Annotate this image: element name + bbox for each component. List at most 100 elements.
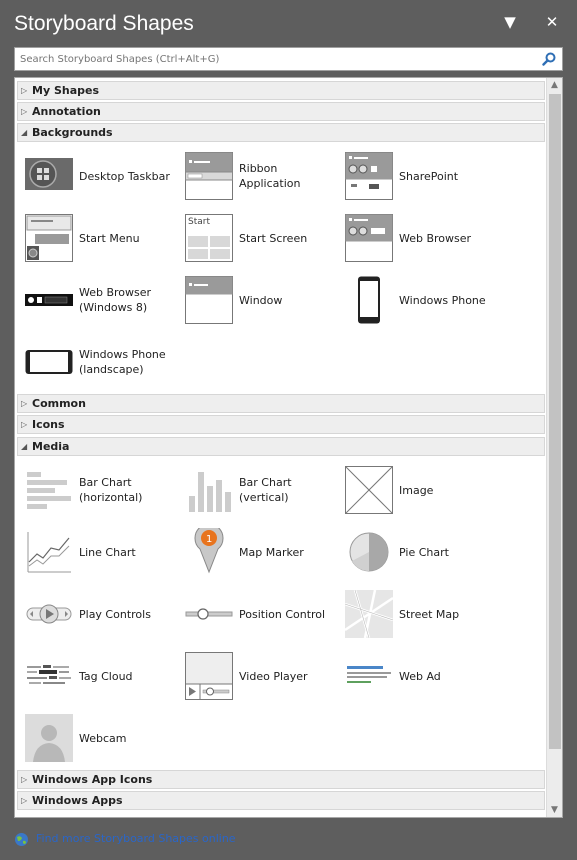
search-icon[interactable] — [542, 52, 556, 66]
triangle-down-icon[interactable]: ▼ — [500, 12, 520, 32]
shape-label: Ribbon Application — [239, 162, 301, 190]
section-label: Media — [32, 440, 70, 453]
shape-line-chart[interactable]: Line Chart — [15, 528, 175, 578]
section-media[interactable]: ◢ Media — [17, 437, 545, 456]
search-box[interactable] — [14, 47, 563, 71]
shape-bar-chart-vertical[interactable]: Bar Chart (vertical) — [175, 466, 335, 516]
shapes-panel: ▷ My Shapes ▷ Annotation ◢ Backgrounds D… — [14, 77, 563, 818]
section-my-shapes[interactable]: ▷ My Shapes — [17, 81, 545, 100]
shape-web-browser[interactable]: Web Browser — [335, 214, 495, 264]
expand-arrow-icon: ▷ — [21, 86, 28, 95]
shape-play-controls[interactable]: Play Controls — [15, 590, 175, 640]
section-label: My Shapes — [32, 84, 100, 97]
window-icon — [185, 276, 233, 324]
expand-arrow-icon: ▷ — [21, 107, 28, 116]
shape-pie-chart[interactable]: Pie Chart — [335, 528, 495, 578]
globe-icon — [15, 833, 28, 846]
shape-label: Line Chart — [79, 545, 136, 559]
shape-label: Web Browser (Windows 8) — [79, 286, 152, 314]
expand-arrow-icon: ▷ — [21, 399, 28, 408]
shape-windows-phone-landscape[interactable]: Windows Phone (landscape) — [15, 338, 175, 388]
shape-sharepoint[interactable]: SharePoint — [335, 152, 495, 202]
scroll-down-icon[interactable]: ▼ — [547, 803, 562, 817]
shape-label: Bar Chart (horizontal) — [79, 476, 143, 504]
window-title: Storyboard Shapes — [14, 12, 194, 35]
shape-label: Start Screen — [239, 231, 308, 245]
map-marker-icon: 1 — [194, 528, 224, 574]
shape-label: Webcam — [79, 731, 127, 745]
shape-label: Play Controls — [79, 607, 151, 621]
shape-label: Tag Cloud — [79, 669, 133, 683]
section-label: Windows App Icons — [32, 773, 153, 786]
shape-label: Windows Phone (landscape) — [79, 348, 166, 376]
image-icon — [345, 466, 393, 514]
expand-arrow-icon: ▷ — [21, 775, 28, 784]
section-label: Icons — [32, 418, 65, 431]
shape-tag-cloud[interactable]: Tag Cloud — [15, 652, 175, 702]
shape-desktop-taskbar[interactable]: Desktop Taskbar — [15, 152, 175, 202]
play-controls-icon — [26, 604, 72, 624]
shape-map-marker[interactable]: 1 Map Marker — [175, 528, 335, 578]
shape-image[interactable]: Image — [335, 466, 495, 516]
section-backgrounds[interactable]: ◢ Backgrounds — [17, 123, 545, 142]
section-icons[interactable]: ▷ Icons — [17, 415, 545, 434]
shape-street-map[interactable]: Street Map — [335, 590, 495, 640]
shape-label: Video Player — [239, 669, 308, 683]
shape-label: Windows Phone — [399, 293, 486, 307]
section-common[interactable]: ▷ Common — [17, 394, 545, 413]
shape-windows-phone[interactable]: Windows Phone — [335, 276, 495, 326]
shape-label: Street Map — [399, 607, 460, 621]
shape-label: Window — [239, 293, 283, 307]
desktop-taskbar-icon — [25, 158, 73, 190]
shape-start-screen[interactable]: Start Start Screen — [175, 214, 335, 264]
section-windows-apps[interactable]: ▷ Windows Apps — [17, 791, 545, 810]
windows-phone-landscape-icon — [25, 350, 73, 374]
section-label: Common — [32, 397, 86, 410]
web-ad-icon — [347, 666, 391, 683]
close-icon[interactable]: ✕ — [542, 12, 562, 32]
sharepoint-icon — [345, 152, 393, 200]
ribbon-application-icon — [185, 152, 233, 200]
bar-chart-horizontal-icon — [27, 472, 71, 509]
section-annotation[interactable]: ▷ Annotation — [17, 102, 545, 121]
shape-web-ad[interactable]: Web Ad — [335, 652, 495, 702]
expand-arrow-icon: ▷ — [21, 420, 28, 429]
search-input[interactable] — [15, 48, 525, 70]
shape-label: Desktop Taskbar — [79, 169, 170, 183]
collapse-arrow-icon: ◢ — [21, 128, 28, 137]
shape-video-player[interactable]: Video Player — [175, 652, 335, 702]
pie-chart-icon — [349, 532, 389, 572]
map-marker-number: 1 — [206, 534, 212, 545]
find-more-shapes-link[interactable]: Find more Storyboard Shapes online — [36, 832, 236, 845]
shape-webcam[interactable]: Webcam — [15, 714, 175, 764]
vertical-scrollbar[interactable]: ▲ ▼ — [546, 78, 562, 817]
scroll-up-icon[interactable]: ▲ — [547, 78, 562, 92]
footer: Find more Storyboard Shapes online — [14, 831, 414, 849]
tag-cloud-icon — [27, 665, 71, 684]
shape-ribbon-application[interactable]: Ribbon Application — [175, 152, 335, 202]
shape-label: Map Marker — [239, 545, 304, 559]
video-player-icon — [185, 652, 233, 700]
windows-phone-icon — [358, 276, 380, 324]
shape-web-browser-win8[interactable]: Web Browser (Windows 8) — [15, 276, 175, 326]
shape-label: Web Browser — [399, 231, 472, 245]
shape-start-menu[interactable]: Start Menu — [15, 214, 175, 264]
section-label: Annotation — [32, 105, 101, 118]
shape-label: Position Control — [239, 607, 326, 621]
section-windows-app-icons[interactable]: ▷ Windows App Icons — [17, 770, 545, 789]
street-map-icon — [345, 590, 393, 638]
shape-label: Pie Chart — [399, 545, 449, 559]
position-control-icon — [185, 608, 233, 620]
bar-chart-vertical-icon — [189, 472, 231, 512]
collapse-arrow-icon: ◢ — [21, 442, 28, 451]
section-label: Windows Apps — [32, 794, 123, 807]
shape-label: SharePoint — [399, 169, 459, 183]
shape-position-control[interactable]: Position Control — [175, 590, 335, 640]
scrollbar-thumb[interactable] — [549, 94, 561, 749]
shape-label: Web Ad — [399, 669, 441, 683]
title-bar: Storyboard Shapes ▼ ✕ — [0, 0, 577, 46]
shape-window[interactable]: Window — [175, 276, 335, 326]
shape-bar-chart-horizontal[interactable]: Bar Chart (horizontal) — [15, 466, 175, 516]
web-browser-icon — [345, 214, 393, 262]
start-menu-icon — [25, 214, 73, 262]
